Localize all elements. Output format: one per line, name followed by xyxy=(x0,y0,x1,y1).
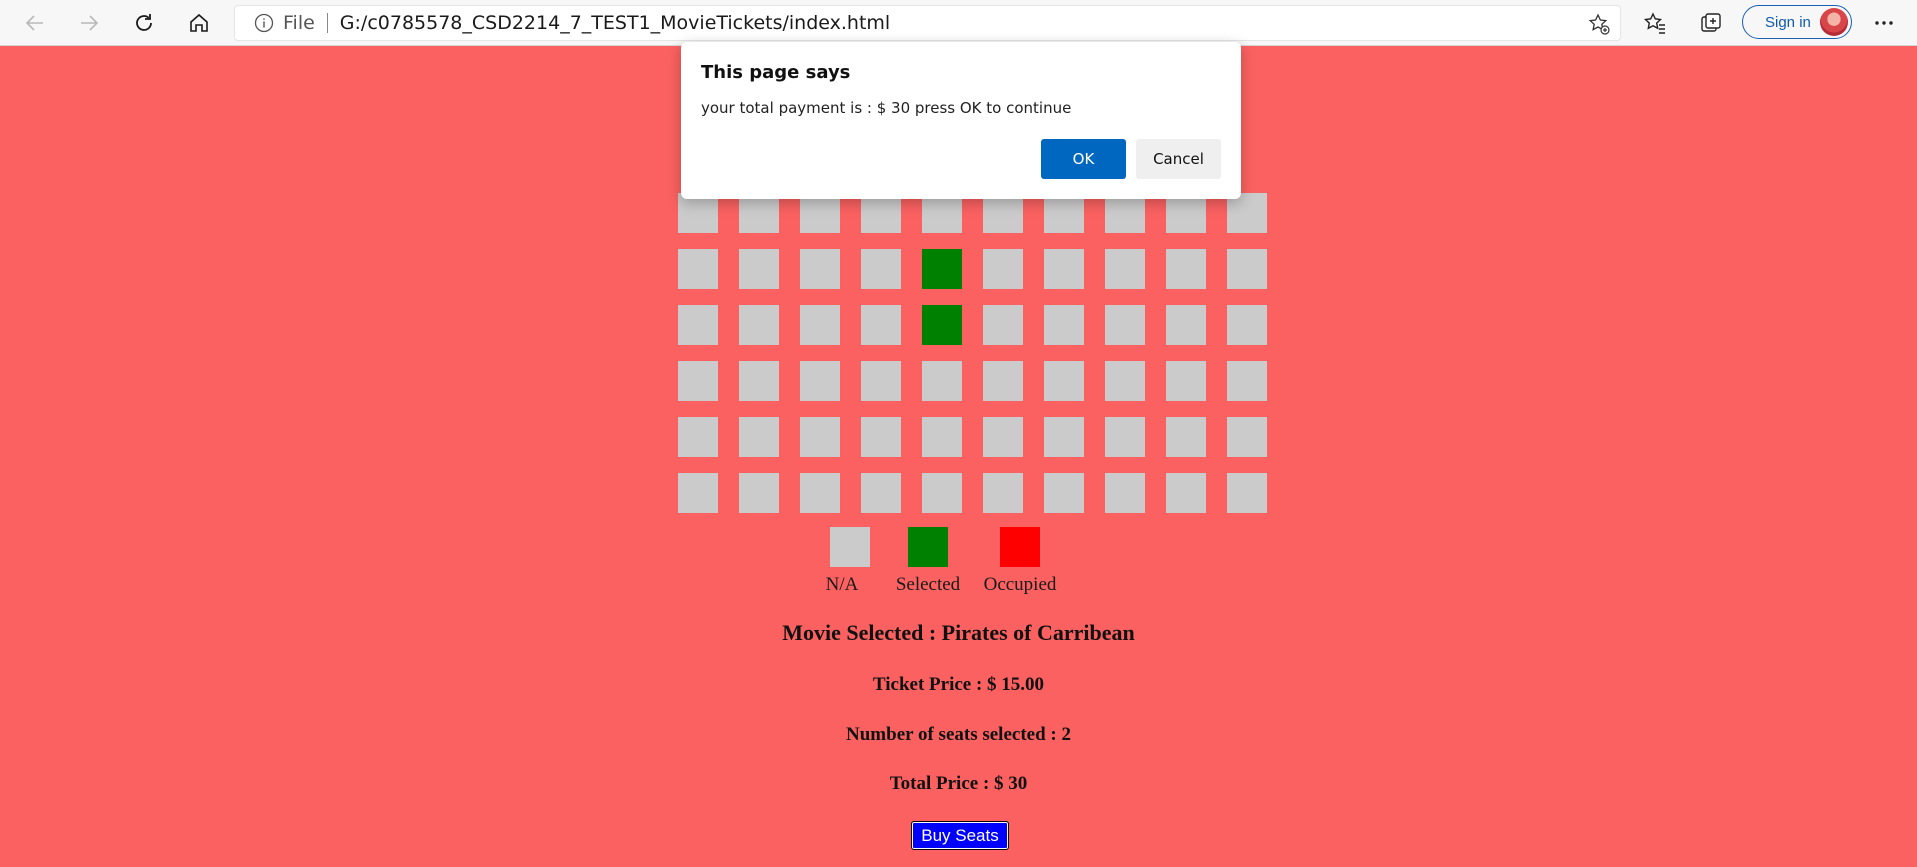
seat-na[interactable] xyxy=(1227,305,1267,345)
seat-na[interactable] xyxy=(861,361,901,401)
seat-na[interactable] xyxy=(1166,193,1206,233)
url-scheme: File xyxy=(283,12,315,34)
seat-na[interactable] xyxy=(739,417,779,457)
seat-na[interactable] xyxy=(1105,473,1145,513)
seat-na[interactable] xyxy=(678,417,718,457)
seat-na[interactable] xyxy=(739,249,779,289)
seat-na[interactable] xyxy=(983,417,1023,457)
collections-icon[interactable] xyxy=(1697,9,1725,37)
seat-na[interactable] xyxy=(739,361,779,401)
seat-na[interactable] xyxy=(1044,361,1084,401)
seat-na[interactable] xyxy=(922,361,962,401)
dialog-message: your total payment is : $ 30 press OK to… xyxy=(701,99,1072,117)
seat-selected[interactable] xyxy=(922,305,962,345)
seat-na[interactable] xyxy=(983,361,1023,401)
buy-seats-button[interactable]: Buy Seats xyxy=(911,821,1009,850)
legend-occupied-swatch xyxy=(1000,527,1040,567)
dialog-title: This page says xyxy=(701,62,851,83)
refresh-icon xyxy=(136,14,152,31)
seat-na[interactable] xyxy=(678,249,718,289)
seat-na[interactable] xyxy=(800,193,840,233)
home-button[interactable] xyxy=(182,6,216,40)
seat-na[interactable] xyxy=(1166,361,1206,401)
seat-na[interactable] xyxy=(1227,249,1267,289)
seat-selected[interactable] xyxy=(922,249,962,289)
sign-in-label: Sign in xyxy=(1765,13,1811,31)
seat-na[interactable] xyxy=(1044,473,1084,513)
seat-na[interactable] xyxy=(1105,417,1145,457)
seat-na[interactable] xyxy=(1227,417,1267,457)
dialog-ok-button[interactable]: OK xyxy=(1041,139,1126,179)
home-icon xyxy=(190,13,208,32)
seat-na[interactable] xyxy=(800,249,840,289)
browser-toolbar: File G:/c0785578_CSD2214_7_TEST1_MovieTi… xyxy=(0,0,1917,46)
seat-na[interactable] xyxy=(922,473,962,513)
legend-na-label: N/A xyxy=(825,574,859,595)
seat-na[interactable] xyxy=(983,193,1023,233)
seat-na[interactable] xyxy=(983,473,1023,513)
seat-na[interactable] xyxy=(861,473,901,513)
seat-na[interactable] xyxy=(678,305,718,345)
back-arrow-icon xyxy=(25,15,43,31)
seat-na[interactable] xyxy=(800,417,840,457)
seat-na[interactable] xyxy=(1166,473,1206,513)
seat-na[interactable] xyxy=(861,417,901,457)
seat-na[interactable] xyxy=(1044,305,1084,345)
movie-selected-text: Movie Selected : Pirates of Carribean xyxy=(782,620,1135,645)
dialog-cancel-button[interactable]: Cancel xyxy=(1136,139,1221,179)
seat-na[interactable] xyxy=(800,473,840,513)
seat-na[interactable] xyxy=(861,193,901,233)
seat-na[interactable] xyxy=(861,249,901,289)
more-options-icon[interactable] xyxy=(1870,9,1898,37)
legend-na-swatch xyxy=(830,527,870,567)
seat-na[interactable] xyxy=(1166,417,1206,457)
seat-na[interactable] xyxy=(1227,361,1267,401)
seat-na[interactable] xyxy=(1105,305,1145,345)
seat-na[interactable] xyxy=(678,193,718,233)
seats-selected-text: Number of seats selected : 2 xyxy=(846,724,1071,745)
seat-na[interactable] xyxy=(800,361,840,401)
seat-na[interactable] xyxy=(1044,417,1084,457)
seat-na[interactable] xyxy=(1105,361,1145,401)
add-favorite-icon[interactable] xyxy=(1588,13,1610,35)
seat-na[interactable] xyxy=(800,305,840,345)
alert-dialog: This page says your total payment is : $… xyxy=(681,42,1241,199)
seat-na[interactable] xyxy=(678,473,718,513)
seat-na[interactable] xyxy=(1105,249,1145,289)
back-button[interactable] xyxy=(18,6,52,40)
forward-button[interactable] xyxy=(72,6,106,40)
seat-na[interactable] xyxy=(1166,249,1206,289)
seat-na[interactable] xyxy=(1105,193,1145,233)
legend-selected-swatch xyxy=(908,527,948,567)
info-icon[interactable] xyxy=(253,12,275,34)
seat-na[interactable] xyxy=(739,305,779,345)
seat-na[interactable] xyxy=(1044,249,1084,289)
seat-na[interactable] xyxy=(861,305,901,345)
seat-na[interactable] xyxy=(678,361,718,401)
address-separator xyxy=(326,13,328,33)
sign-in-button[interactable]: Sign in xyxy=(1742,5,1852,39)
seat-na[interactable] xyxy=(922,193,962,233)
seat-na[interactable] xyxy=(1166,305,1206,345)
seat-na[interactable] xyxy=(739,193,779,233)
favorites-icon[interactable] xyxy=(1641,9,1669,37)
seat-na[interactable] xyxy=(739,473,779,513)
legend-selected-label: Selected xyxy=(895,574,961,595)
forward-arrow-icon xyxy=(81,15,99,31)
seat-na[interactable] xyxy=(922,417,962,457)
address-bar[interactable]: File G:/c0785578_CSD2214_7_TEST1_MovieTi… xyxy=(234,5,1621,41)
refresh-button[interactable] xyxy=(127,6,161,40)
ticket-price-text: Ticket Price : $ 15.00 xyxy=(872,674,1045,695)
legend-occupied-label: Occupied xyxy=(983,574,1057,595)
url-text[interactable]: G:/c0785578_CSD2214_7_TEST1_MovieTickets… xyxy=(340,12,890,34)
seat-grid xyxy=(678,193,1267,513)
profile-avatar xyxy=(1820,8,1848,36)
seat-na[interactable] xyxy=(983,249,1023,289)
seat-na[interactable] xyxy=(1227,473,1267,513)
total-price-text: Total Price : $ 30 xyxy=(889,773,1028,794)
seat-na[interactable] xyxy=(1044,193,1084,233)
seat-na[interactable] xyxy=(983,305,1023,345)
seat-na[interactable] xyxy=(1227,193,1267,233)
